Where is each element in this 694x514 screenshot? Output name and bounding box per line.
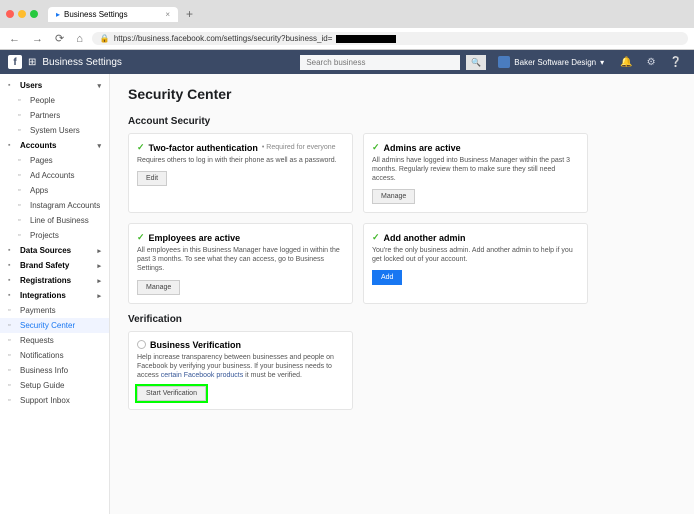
card-body: All employees in this Business Manager h… [137, 246, 344, 273]
forward-button[interactable]: → [29, 33, 46, 45]
security-card: ✓ Employees are active All employees in t… [128, 223, 353, 303]
sidebar-item[interactable]: ▫Apps [0, 183, 109, 198]
sidebar-item-notifications[interactable]: ▫Notifications [0, 348, 109, 363]
check-icon: ✓ [137, 142, 145, 153]
sidebar-item-setup-guide[interactable]: ▫Setup Guide [0, 378, 109, 393]
search-input[interactable] [300, 55, 460, 70]
sidebar-section[interactable]: ▪Users▾ [0, 78, 109, 93]
card-title-text: Add another admin [384, 233, 466, 243]
circle-icon [137, 340, 146, 349]
manage-button[interactable]: Manage [372, 189, 415, 204]
home-button[interactable]: ⌂ [73, 33, 86, 45]
bell-icon[interactable]: 🔔 [616, 57, 636, 68]
check-icon: ✓ [372, 232, 380, 243]
sidebar-section[interactable]: ▪Brand Safety▸ [0, 258, 109, 273]
security-card: ✓Two-factor authentication• Required for… [128, 133, 353, 213]
sidebar-section[interactable]: ▪Integrations▸ [0, 288, 109, 303]
section-heading: Verification [128, 314, 676, 325]
sidebar-item-business-info[interactable]: ▫Business Info [0, 363, 109, 378]
facebook-logo[interactable]: f [8, 55, 22, 69]
main-content: Security Center Account Security ✓ Two-fa… [110, 74, 694, 514]
browser-tab-strip: ▸ Business Settings × + [0, 0, 694, 28]
close-tab-icon[interactable]: × [165, 10, 170, 19]
new-tab-button[interactable]: + [182, 7, 197, 21]
card-title-text: Employees are active [149, 233, 241, 243]
page-title: Security Center [128, 86, 676, 102]
sidebar-item[interactable]: ▫System Users [0, 123, 109, 138]
sidebar-section[interactable]: ▪Data Sources▸ [0, 243, 109, 258]
card-body: Requires others to log in with their pho… [137, 156, 344, 165]
redacted-id [336, 35, 396, 43]
sidebar-item-requests[interactable]: ▫Requests [0, 333, 109, 348]
reload-button[interactable]: ⟳ [52, 32, 67, 45]
back-button[interactable]: ← [6, 33, 23, 45]
sidebar-item-security-center[interactable]: ▫Security Center [0, 318, 109, 333]
chevron-down-icon: ▾ [600, 58, 604, 67]
sidebar-item[interactable]: ▫Partners [0, 108, 109, 123]
manage-button[interactable]: Manage [137, 280, 180, 295]
sidebar-item[interactable]: ▫Pages [0, 153, 109, 168]
org-switcher[interactable]: Baker Software Design ▾ [492, 56, 610, 68]
card-body: All admins have logged into Business Man… [372, 156, 579, 183]
check-icon: ✓ [372, 142, 380, 153]
org-name: Baker Software Design [514, 58, 596, 67]
edit-button[interactable]: Edit [137, 171, 167, 186]
sidebar-item-support-inbox[interactable]: ▫Support Inbox [0, 393, 109, 408]
section-heading: Account Security [128, 116, 676, 127]
sidebar-section[interactable]: ▪Registrations▸ [0, 273, 109, 288]
tab-title: Business Settings [64, 10, 128, 19]
sidebar-item-payments[interactable]: ▫Payments [0, 303, 109, 318]
org-badge-icon [498, 56, 510, 68]
sidebar-item[interactable]: ▫Projects [0, 228, 109, 243]
help-icon[interactable]: ❔ [666, 57, 686, 68]
sidebar-item[interactable]: ▫Instagram Accounts [0, 198, 109, 213]
address-bar[interactable]: 🔒 https://business.facebook.com/settings… [92, 32, 688, 45]
url-text: https://business.facebook.com/settings/s… [114, 34, 333, 43]
card-body: Help increase transparency between busin… [137, 353, 344, 380]
security-card: ✓ Add another admin You're the only busin… [363, 223, 588, 303]
apps-grid-icon[interactable]: ⊞ [28, 57, 36, 68]
products-link[interactable]: certain Facebook products [161, 372, 244, 379]
browser-toolbar: ← → ⟳ ⌂ 🔒 https://business.facebook.com/… [0, 28, 694, 50]
sidebar-section[interactable]: ▪Accounts▾ [0, 138, 109, 153]
lock-icon: 🔒 [100, 34, 110, 43]
card-body: You're the only business admin. Add anot… [372, 246, 579, 264]
sidebar-item[interactable]: ▫Line of Business [0, 213, 109, 228]
app-title: Business Settings [42, 57, 122, 68]
card-title-text: Two-factor authentication [149, 143, 258, 153]
sidebar: ▪Users▾▫People▫Partners▫System Users▪Acc… [0, 74, 110, 514]
card-title-text: Admins are active [384, 143, 461, 153]
window-controls[interactable] [6, 10, 38, 18]
sidebar-item[interactable]: ▫Ad Accounts [0, 168, 109, 183]
card-title-text: Business Verification [150, 340, 241, 350]
start-verification-button[interactable]: Start Verification [137, 386, 206, 401]
search-button[interactable]: 🔍 [466, 55, 486, 70]
verification-card: Business Verification Help increase tran… [128, 331, 353, 410]
check-icon: ✓ [137, 232, 145, 243]
add-button[interactable]: Add [372, 270, 402, 285]
browser-tab[interactable]: ▸ Business Settings × [48, 7, 178, 22]
app-header: f ⊞ Business Settings 🔍 Baker Software D… [0, 50, 694, 74]
sidebar-item[interactable]: ▫People [0, 93, 109, 108]
gear-icon[interactable]: ⚙ [643, 57, 660, 68]
security-card: ✓ Admins are active All admins have logge… [363, 133, 588, 213]
